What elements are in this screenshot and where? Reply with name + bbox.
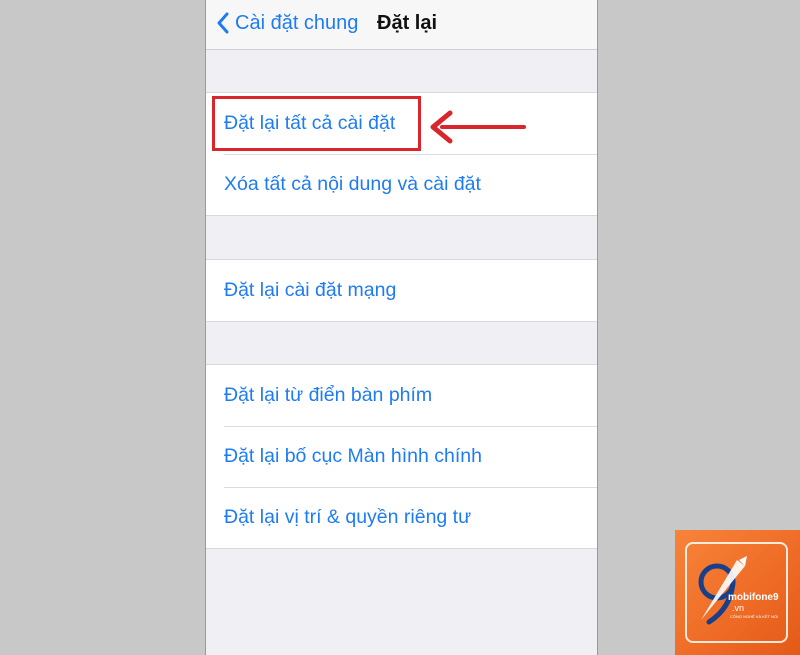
navigation-bar: Cài đặt chung Đặt lại [206, 0, 597, 50]
back-button[interactable]: Cài đặt chung [216, 8, 358, 38]
settings-group-3: Đặt lại từ điển bàn phím Đặt lại bố cục … [206, 364, 597, 549]
erase-all-content-item[interactable]: Xóa tất cả nội dung và cài đặt [206, 154, 597, 215]
settings-group-2: Đặt lại cài đặt mạng [206, 259, 597, 322]
logo-tagline-text: CÔNG NGHỆ VÀ KẾT NỐI [730, 614, 779, 619]
logo-brand-text: mobifone9 [728, 592, 779, 603]
reset-location-privacy-item[interactable]: Đặt lại vị trí & quyền riêng tư [206, 487, 597, 548]
arrow-left-icon [430, 110, 526, 144]
reset-network-settings-item[interactable]: Đặt lại cài đặt mạng [206, 260, 597, 321]
mobifone9-watermark-logo: mobifone9 .vn CÔNG NGHỆ VÀ KẾT NỐI [675, 530, 800, 655]
reset-home-screen-layout-item[interactable]: Đặt lại bố cục Màn hình chính [206, 426, 597, 487]
chevron-left-icon [217, 12, 229, 34]
logo-domain-text: .vn [732, 603, 745, 613]
highlight-box [212, 96, 421, 151]
page-title: Đặt lại [377, 12, 438, 34]
back-button-label: Cài đặt chung [235, 11, 359, 34]
reset-keyboard-dictionary-item[interactable]: Đặt lại từ điển bàn phím [206, 365, 597, 426]
